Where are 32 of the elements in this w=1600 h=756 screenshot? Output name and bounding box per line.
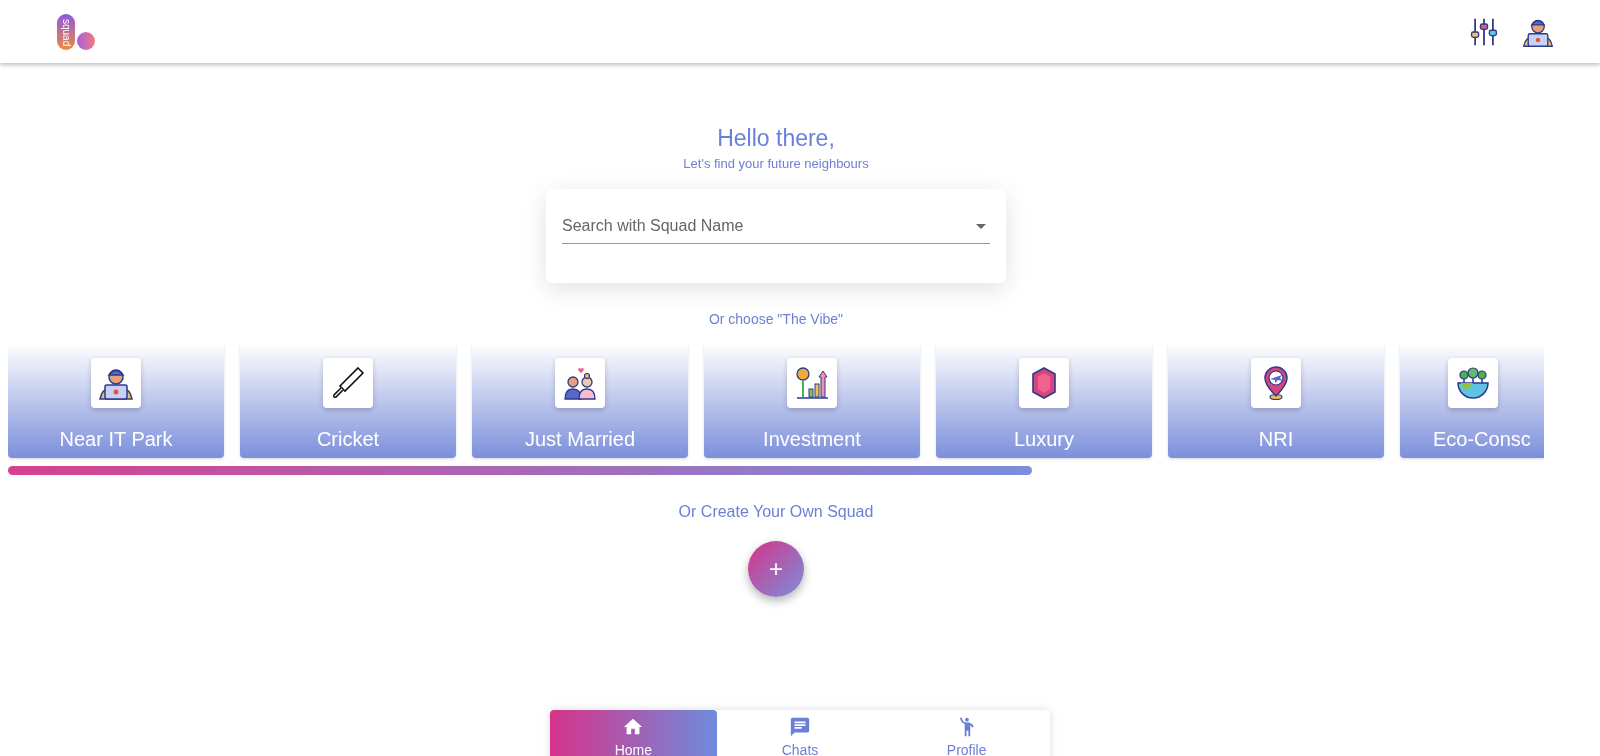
vibe-label: Luxury [1014, 428, 1074, 451]
greeting-title: Hello there, [717, 125, 835, 152]
cricket-bat-icon [330, 365, 366, 401]
earth-trees-icon [1455, 365, 1491, 401]
vibe-card[interactable]: Cricket [240, 343, 456, 458]
chat-icon [789, 716, 811, 738]
vibe-card[interactable]: Eco-Consc [1400, 343, 1544, 458]
vibe-card[interactable]: NRI [1168, 343, 1384, 458]
vibe-label: Cricket [316, 428, 380, 451]
vibe-card[interactable]: Investment [704, 343, 920, 458]
logo-text: squad [57, 13, 75, 50]
search-field[interactable]: Search with Squad Name [562, 209, 990, 244]
add-button[interactable]: + [748, 541, 804, 597]
vibe-card[interactable]: Luxury [936, 343, 1152, 458]
vibe-card[interactable]: Near IT Park [8, 343, 224, 458]
create-prompt: Or Create Your Own Squad [678, 503, 874, 521]
caret-icon [976, 224, 986, 229]
greeting-subtitle: Let's find your future neighbours [683, 156, 869, 171]
logo[interactable]: squad [57, 13, 95, 50]
couple-icon [562, 365, 598, 401]
nav-tab[interactable]: Profile [883, 710, 1050, 756]
scrollbar[interactable] [8, 466, 1032, 475]
vibe-label: Eco-Consc [1433, 428, 1531, 451]
vibe-label: Just Married [525, 428, 635, 451]
vibe-label: NRI [1258, 428, 1294, 451]
vibe-prompt: Or choose "The Vibe" [708, 311, 844, 327]
vibe-label: Investment [763, 428, 861, 451]
nav-tab[interactable]: Home [550, 710, 717, 756]
growth-chart-icon [794, 365, 830, 401]
nav-tab[interactable]: Chats [716, 710, 884, 756]
vibe-card[interactable]: Just Married [472, 343, 688, 458]
vibe-label: Near IT Park [59, 428, 173, 451]
